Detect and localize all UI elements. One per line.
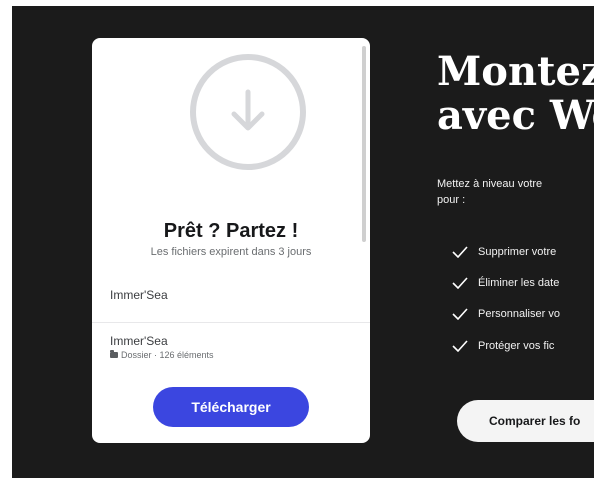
check-icon [452,277,468,289]
folder-icon [110,350,118,358]
folder-meta-text: Dossier · 126 éléments [121,350,214,360]
ready-title: Prêt ? Partez ! [163,220,299,242]
check-icon [452,308,468,320]
expiry-note: Les fichiers expirent dans 3 jours [150,246,312,258]
file-item-name[interactable]: Immer'Sea [110,288,168,302]
promo-heading: Montez avec We [437,50,594,138]
folder-item-name[interactable]: Immer'Sea [110,334,168,348]
card-scrollbar[interactable] [362,46,366,242]
benefit-text: Supprimer votre [478,246,557,258]
divider [92,322,370,323]
benefit-text: Personnaliser vo [478,308,560,320]
promo-intro: Mettez à niveau votre pour : [437,176,594,208]
transfer-page: Prêt ? Partez ! Les fichiers expirent da… [12,6,594,478]
compare-plans-button[interactable]: Comparer les fo [457,400,594,442]
benefit-text: Éliminer les date [478,277,560,289]
check-icon [452,340,468,352]
benefit-item: Éliminer les date [452,277,559,289]
benefit-text: Protéger vos fic [478,340,555,352]
promo-heading-line-2: avec We [437,92,594,139]
check-icon [452,246,468,258]
promo-heading-line-1: Montez [437,48,594,95]
benefit-item: Protéger vos fic [452,340,554,352]
promo-intro-line-1: Mettez à niveau votre [437,178,543,190]
folder-item-meta: Dossier · 126 éléments [110,350,214,360]
download-button[interactable]: Télécharger [153,387,309,427]
download-card: Prêt ? Partez ! Les fichiers expirent da… [92,38,370,443]
download-arrow-icon [190,54,306,170]
promo-intro-line-2: pour : [437,194,466,206]
benefit-item: Supprimer votre [452,246,556,258]
benefit-item: Personnaliser vo [452,308,560,320]
screen: Prêt ? Partez ! Les fichiers expirent da… [0,0,594,478]
